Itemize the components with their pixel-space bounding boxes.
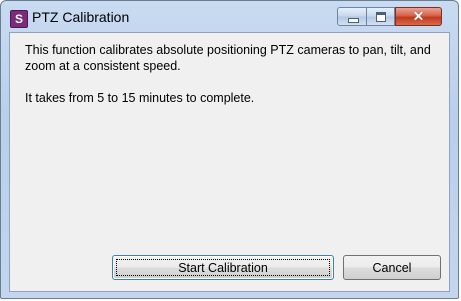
dialog-body: This function calibrates absolute positi…	[9, 32, 450, 292]
close-button[interactable]: ✕	[395, 7, 442, 26]
minimize-icon	[348, 18, 359, 23]
close-icon: ✕	[412, 8, 425, 24]
duration-text: It takes from 5 to 15 minutes to complet…	[25, 91, 255, 105]
cancel-button[interactable]: Cancel	[343, 255, 441, 280]
maximize-button[interactable]	[366, 7, 395, 26]
minimize-button[interactable]	[337, 7, 367, 26]
maximize-icon	[376, 12, 386, 22]
window-title: PTZ Calibration	[32, 9, 130, 25]
description-text: This function calibrates absolute positi…	[25, 43, 431, 73]
title-bar[interactable]: S PTZ Calibration ✕	[1, 1, 458, 33]
cancel-label: Cancel	[372, 260, 412, 275]
app-icon: S	[10, 10, 28, 28]
ptz-calibration-dialog: S PTZ Calibration ✕ This function calibr…	[0, 0, 459, 299]
start-calibration-label: Start Calibration	[178, 260, 268, 275]
start-calibration-button[interactable]: Start Calibration	[112, 255, 334, 280]
